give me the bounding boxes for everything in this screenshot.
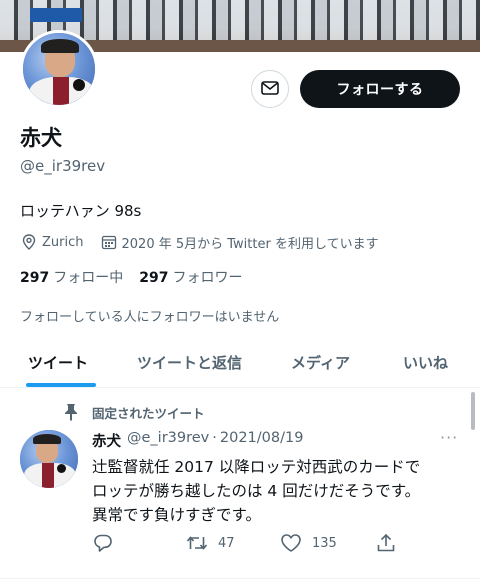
share-icon: [375, 532, 397, 554]
followers-label: フォロワー: [172, 270, 243, 286]
profile-tabs: ツイート ツイートと返信 メディア いいね: [0, 340, 480, 388]
retweet-count: 47: [218, 535, 235, 551]
active-tab-indicator: [26, 383, 96, 387]
reply-icon: [92, 532, 114, 554]
tweet-separator: ·: [212, 430, 217, 446]
tab-tweets-replies[interactable]: ツイートと返信: [137, 352, 242, 373]
tweet-handle[interactable]: @e_ir39rev: [127, 430, 209, 451]
share-button[interactable]: [375, 532, 407, 554]
more-options-icon[interactable]: ···: [440, 428, 458, 447]
tweet-actions: 47 135: [92, 532, 462, 556]
tweet-date[interactable]: 2021/08/19: [220, 430, 304, 451]
profile-location: Zurich: [42, 234, 84, 250]
tweet-line: 辻監督就任 2017 以降ロッテ対西武のカードで: [92, 458, 421, 476]
pinned-tweet-label: 固定されたツイート: [62, 403, 205, 421]
pin-icon: [62, 403, 80, 421]
location-pin-icon: [20, 233, 38, 251]
profile-handle: @e_ir39rev: [20, 157, 106, 175]
message-button[interactable]: [251, 70, 289, 108]
tweet-line: 異常です負けすぎです。: [92, 506, 261, 524]
calendar-icon: [100, 233, 118, 251]
like-button[interactable]: 135: [280, 532, 337, 554]
following-link[interactable]: 297 フォロー中: [20, 267, 123, 287]
profile-bio: ロッテハァン 98s: [20, 202, 142, 220]
divider: [0, 578, 480, 579]
profile-meta: Zurich 2020 年 5月から Twitter を利用しています: [20, 232, 379, 252]
followers-count: 297: [139, 270, 169, 286]
profile-avatar[interactable]: [20, 30, 98, 108]
tweet-avatar[interactable]: [20, 430, 78, 488]
follow-button[interactable]: フォローする: [300, 70, 460, 108]
like-count: 135: [312, 535, 337, 551]
banner-sign: [30, 8, 82, 22]
following-count: 297: [20, 270, 50, 286]
tab-media[interactable]: メディア: [291, 352, 350, 373]
tab-likes[interactable]: いいね: [403, 352, 448, 373]
tweet-line: ロッテが勝ち越したのは 4 回だけだそうです。: [92, 482, 421, 500]
following-label: フォロー中: [53, 270, 124, 286]
followers-link[interactable]: 297 フォロワー: [139, 267, 242, 287]
heart-icon: [280, 532, 302, 554]
scrollbar[interactable]: [471, 392, 475, 430]
tab-tweets[interactable]: ツイート: [28, 352, 88, 373]
tweet-author[interactable]: 赤犬: [92, 430, 121, 451]
profile-joined: 2020 年 5月から Twitter を利用しています: [121, 236, 379, 252]
mail-icon: [261, 80, 279, 99]
pinned-text: 固定されたツイート: [92, 405, 205, 421]
tweet-text: 辻監督就任 2017 以降ロッテ対西武のカードで ロッテが勝ち越したのは 4 回…: [92, 455, 462, 527]
tweet-header: 赤犬 @e_ir39rev · 2021/08/19: [92, 430, 303, 451]
follow-counts: 297 フォロー中 297 フォロワー: [20, 267, 242, 287]
mutual-followers-note: フォローしている人にフォロワーはいません: [20, 310, 280, 325]
retweet-button[interactable]: 47: [186, 532, 235, 554]
retweet-icon: [186, 532, 208, 554]
profile-name: 赤犬: [20, 126, 62, 150]
reply-button[interactable]: [92, 532, 124, 554]
